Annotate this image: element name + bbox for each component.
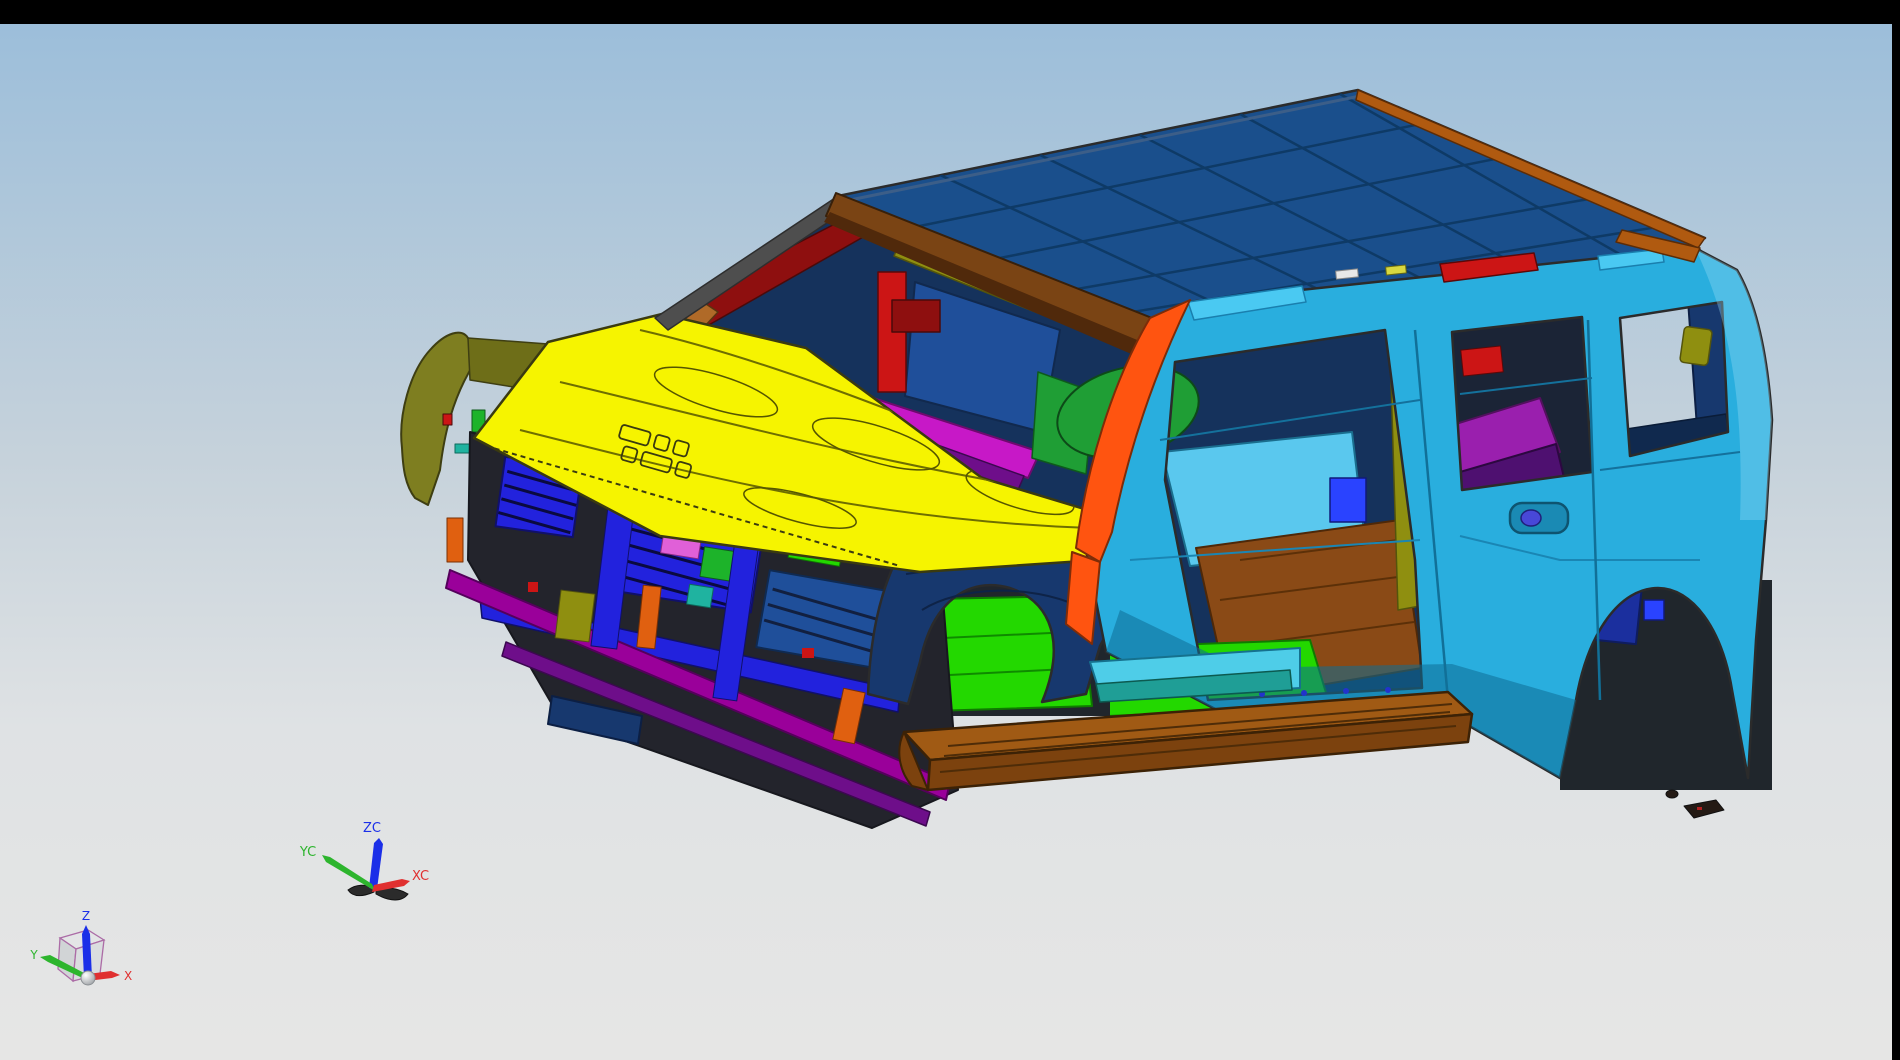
- wcs-z-label[interactable]: ZC: [363, 821, 381, 836]
- module-teal-part[interactable]: [687, 584, 714, 608]
- rear-door-handle[interactable]: [1510, 503, 1568, 533]
- module-red-speck-2[interactable]: [802, 648, 814, 658]
- debris-dot[interactable]: [1666, 790, 1678, 798]
- cad-scene: ZC YC XC Z Y X: [0, 0, 1900, 1060]
- view-triad-origin-sphere: [81, 971, 95, 985]
- view-x-label: X: [124, 969, 132, 983]
- debris-red-speck: [1697, 807, 1702, 810]
- window-top-bar: [0, 0, 1900, 24]
- arch-bright-blue-part[interactable]: [1644, 600, 1664, 620]
- console-blue-box[interactable]: [1330, 478, 1366, 522]
- module-red-speck[interactable]: [528, 582, 538, 592]
- module-orange-clip-1[interactable]: [447, 518, 463, 562]
- ip-box-darkred[interactable]: [892, 300, 940, 332]
- cad-application-window: ZC YC XC Z Y X: [0, 0, 1900, 1060]
- quarter-olive-bracket[interactable]: [1680, 326, 1713, 366]
- view-z-label: Z: [82, 909, 90, 923]
- rail-white-clip[interactable]: [1336, 269, 1359, 279]
- wcs-y-label[interactable]: YC: [299, 845, 316, 860]
- module-olive-part[interactable]: [555, 590, 595, 642]
- tip-red-clip[interactable]: [443, 414, 452, 425]
- view-y-label: Y: [29, 948, 38, 962]
- rail-yellow-clip[interactable]: [1386, 265, 1407, 275]
- window-right-bar: [1892, 24, 1900, 1060]
- rear-red-bracket[interactable]: [1461, 346, 1503, 376]
- wcs-x-label[interactable]: XC: [412, 869, 429, 884]
